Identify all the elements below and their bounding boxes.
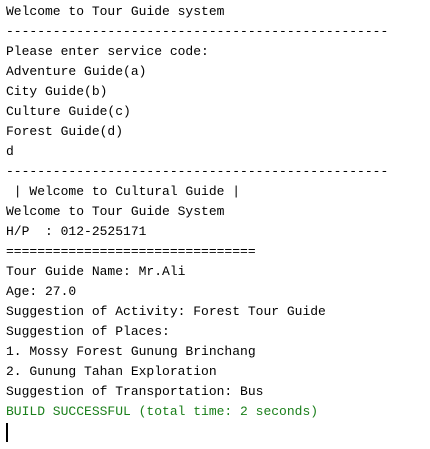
console-separator: ----------------------------------------…	[6, 24, 389, 39]
console-line-transportation: Suggestion of Transportation: Bus	[6, 384, 264, 399]
console-separator: ----------------------------------------…	[6, 164, 389, 179]
console-line-option-c: Culture Guide(c)	[6, 104, 131, 119]
console-line-guide-name: Tour Guide Name: Mr.Ali	[6, 264, 186, 279]
output-console[interactable]: Welcome to Tour Guide system -----------…	[6, 2, 430, 442]
console-line-option-d: Forest Guide(d)	[6, 124, 124, 139]
console-line-guide-header: | Welcome to Cultural Guide |	[6, 184, 241, 199]
console-line-place-2: 2. Gunung Tahan Exploration	[6, 364, 217, 379]
console-line-phone: H/P : 012-2525171	[6, 224, 147, 239]
console-line-activity: Suggestion of Activity: Forest Tour Guid…	[6, 304, 326, 319]
build-status: BUILD SUCCESSFUL (total time: 2 seconds)	[6, 404, 319, 419]
text-caret	[6, 423, 8, 442]
console-line-welcome: Welcome to Tour Guide System	[6, 204, 225, 219]
console-input-line[interactable]	[6, 422, 430, 442]
console-line-places-header: Suggestion of Places:	[6, 324, 170, 339]
console-line-age: Age: 27.0	[6, 284, 77, 299]
console-separator-double: ================================	[6, 244, 256, 259]
console-line-option-b: City Guide(b)	[6, 84, 108, 99]
console-line-title: Welcome to Tour Guide system	[6, 4, 225, 19]
console-line-option-a: Adventure Guide(a)	[6, 64, 147, 79]
console-line-user-input: d	[6, 144, 14, 159]
console-line-prompt: Please enter service code:	[6, 44, 209, 59]
console-line-place-1: 1. Mossy Forest Gunung Brinchang	[6, 344, 256, 359]
